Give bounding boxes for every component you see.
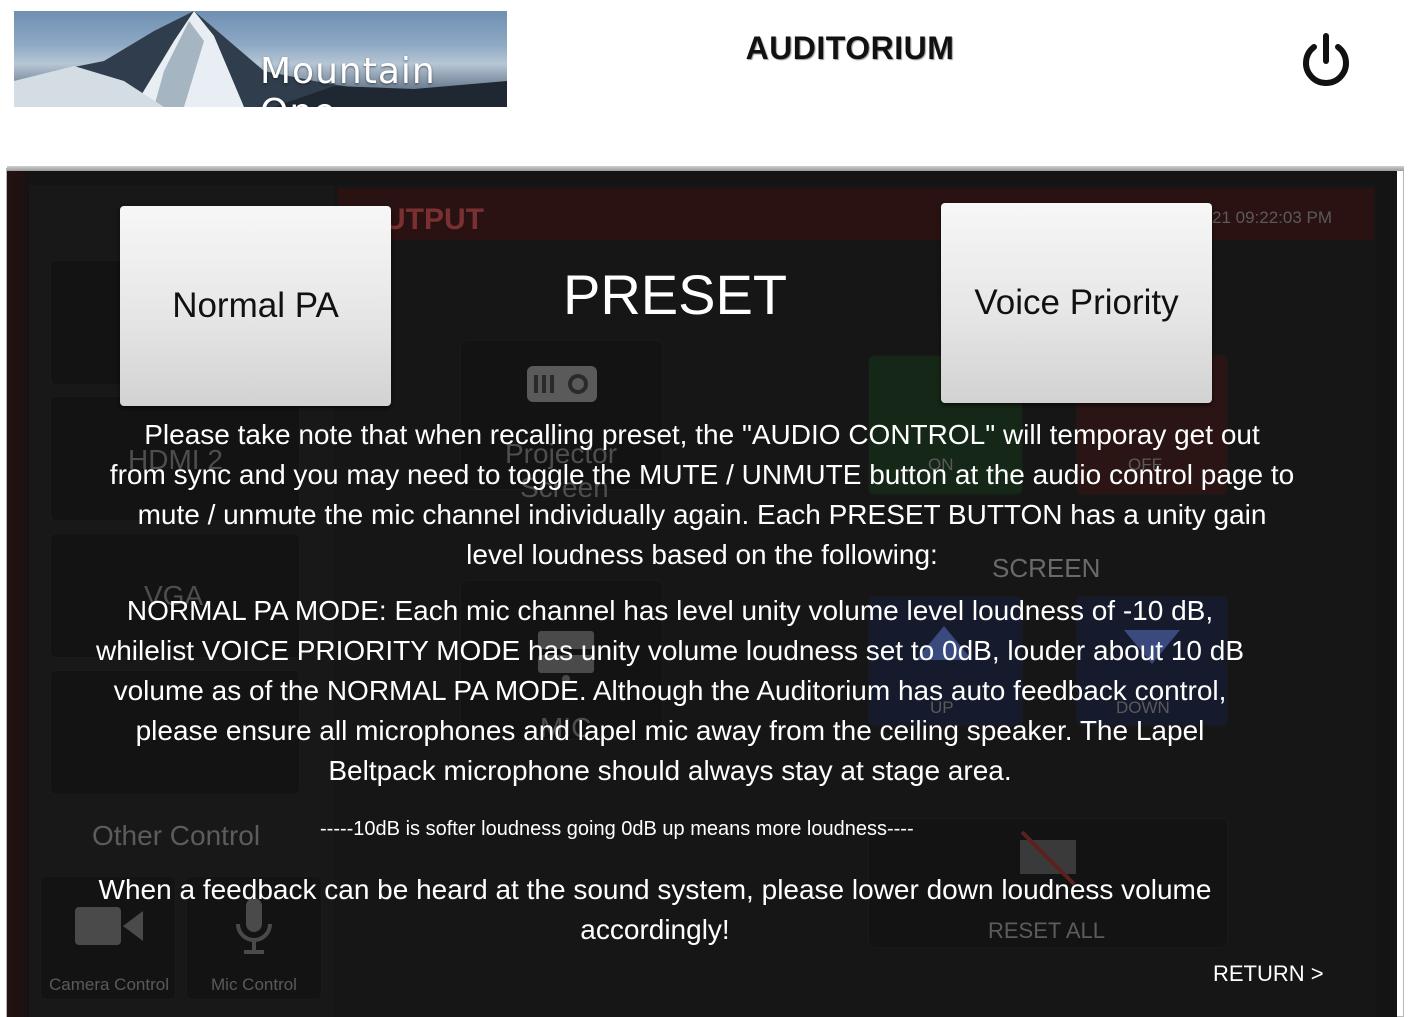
projector-icon [526, 365, 598, 408]
note-line: from sync and you may need to toggle the… [109, 459, 1295, 490]
logo-text: Mountain One [260, 51, 436, 107]
note-line: NORMAL PA MODE: Each mic channel has lev… [126, 595, 1214, 626]
note-line: volume as of the NORMAL PA MODE. Althoug… [113, 675, 1227, 706]
banner-label: UTPUT [384, 203, 484, 236]
note-line: please ensure all microphones and lapel … [135, 715, 1205, 746]
loudness-hint: -----10dB is softer loudness going 0dB u… [320, 818, 914, 840]
timestamp: 21 09:22:03 PM [1212, 208, 1333, 227]
note-line: When a feedback can be heard at the soun… [98, 874, 1212, 905]
page-title: AUDITORIUM [745, 30, 955, 66]
note-line: level loudness based on the following: [466, 539, 938, 570]
note-line: Please take note that when recalling pre… [144, 419, 1260, 450]
logo-banner: Mountain One [14, 11, 507, 107]
voice-priority-button[interactable]: Voice Priority [941, 203, 1212, 403]
return-link[interactable]: RETURN > [1213, 961, 1324, 987]
preset-title: PRESET [562, 263, 788, 326]
note-line: accordingly! [580, 914, 730, 945]
normal-pa-button[interactable]: Normal PA [120, 206, 391, 406]
mic-control-label: Mic Control [211, 975, 297, 994]
camera-control-label: Camera Control [49, 975, 169, 994]
other-control-label: Other Control [92, 820, 261, 851]
preset-note-paragraph: Please take note that when recalling pre… [20, 415, 1384, 575]
feedback-warning-paragraph: When a feedback can be heard at the soun… [30, 870, 1280, 950]
note-line: mute / unmute the mic channel individual… [137, 499, 1267, 530]
mode-description-paragraph: NORMAL PA MODE: Each mic channel has lev… [20, 591, 1320, 791]
power-icon[interactable] [1296, 30, 1356, 90]
note-line: Beltpack microphone should always stay a… [328, 755, 1012, 786]
note-line: whilelist VOICE PRIORITY MODE has unity … [95, 635, 1245, 666]
